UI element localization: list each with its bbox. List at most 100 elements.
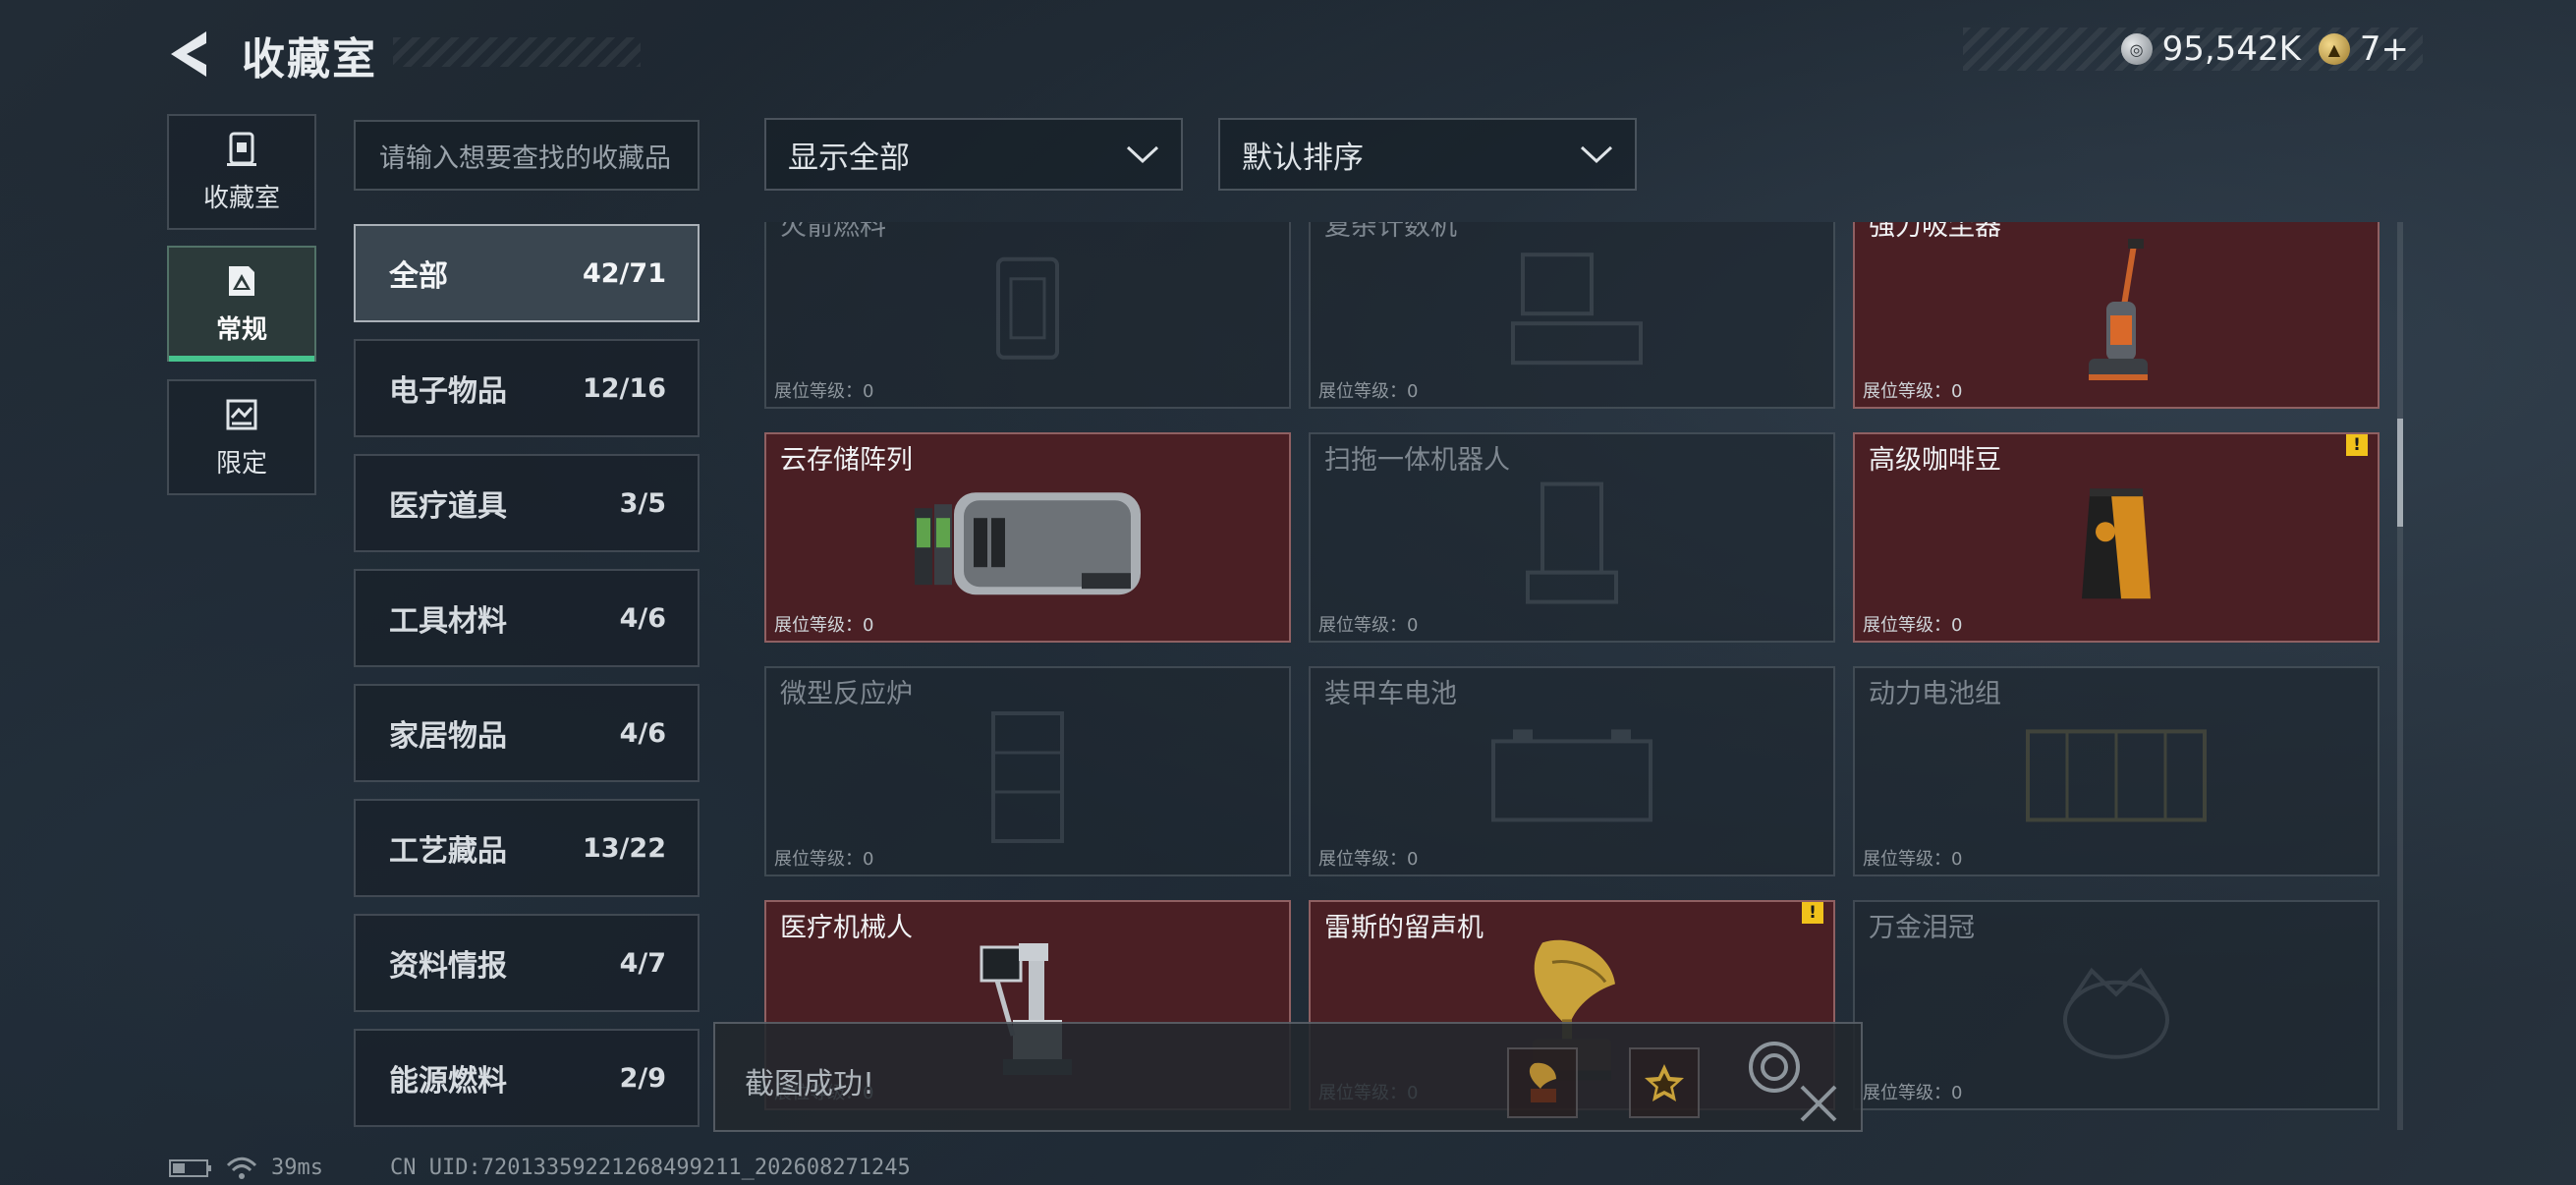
item-level: 展位等级：0 [1863, 1083, 1963, 1103]
category-count: 42/71 [582, 257, 666, 289]
mop-robot-icon [1526, 481, 1618, 604]
category-energy[interactable]: 能源燃料 2/9 [354, 1029, 700, 1127]
tab-regular[interactable]: 常规 [167, 246, 316, 362]
battery-icon [169, 1158, 211, 1177]
search-input[interactable]: 请输入想要查找的收藏品 [354, 120, 700, 191]
back-arrow-icon[interactable] [167, 28, 214, 81]
category-intel[interactable]: 资料情报 4/7 [354, 914, 700, 1012]
gold-currency[interactable]: ▲ 7+ [2318, 29, 2409, 69]
category-electronics[interactable]: 电子物品 12/16 [354, 339, 700, 437]
item-name: 复杂计数机 [1324, 222, 1457, 242]
wifi-icon [226, 1157, 257, 1179]
scrollbar-thumb[interactable] [2397, 419, 2403, 527]
screenshot-thumbnail[interactable] [1507, 1047, 1578, 1118]
grid-scrollbar[interactable] [2397, 222, 2403, 1130]
tab-limited[interactable]: 限定 [167, 379, 316, 495]
crown-icon [2063, 967, 2169, 1059]
item-card-coffee-beans[interactable]: 高级咖啡豆 ! 展位等级：0 [1853, 432, 2380, 643]
category-label: 工艺藏品 [389, 834, 507, 869]
item-name: 云存储阵列 [780, 445, 913, 476]
vacuum-cleaner-icon [2089, 239, 2148, 380]
toast-message: 截图成功! [745, 1067, 875, 1101]
item-level: 展位等级：0 [1318, 615, 1419, 636]
item-name: 微型反应炉 [780, 679, 913, 709]
armored-battery-icon [1491, 729, 1652, 822]
category-household[interactable]: 家居物品 4/6 [354, 684, 700, 782]
currency-bar: ◎ 95,542K ▲ 7+ [1963, 28, 2423, 71]
item-name: 雷斯的留声机 [1324, 913, 1484, 943]
item-level: 展位等级：0 [774, 381, 874, 402]
item-card-crown[interactable]: 万金泪冠 展位等级：0 [1853, 900, 2380, 1110]
sort-value: 默认排序 [1242, 140, 1364, 176]
screenshot-share-button[interactable] [1629, 1047, 1700, 1118]
category-label: 资料情报 [389, 949, 507, 984]
category-crafts[interactable]: 工艺藏品 13/22 [354, 799, 700, 897]
page-title: 收藏室 [242, 34, 377, 85]
ping-value: 39ms [271, 1156, 323, 1180]
chevron-down-icon [1126, 145, 1159, 164]
gold-coin-icon: ▲ [2318, 33, 2350, 65]
category-label: 能源燃料 [389, 1064, 507, 1099]
item-level: 展位等级：0 [1318, 849, 1419, 870]
screenshot-toast: 截图成功! [713, 1022, 1863, 1132]
item-level: 展位等级：0 [1318, 381, 1419, 402]
rocket-fuel-icon [996, 256, 1059, 360]
regular-gallery-icon [229, 265, 254, 296]
category-count: 13/22 [582, 832, 666, 864]
item-level: 展位等级：0 [1863, 381, 1963, 402]
category-count: 4/6 [619, 602, 666, 634]
category-count: 4/7 [619, 947, 666, 979]
item-name: 装甲车电池 [1324, 679, 1457, 709]
close-screenshot-icon[interactable] [1737, 1032, 1847, 1134]
display-filter-dropdown[interactable]: 显示全部 [764, 118, 1183, 191]
star-badge-icon [1645, 1064, 1684, 1101]
item-name: 动力电池组 [1869, 679, 2001, 709]
item-name: 医疗机械人 [780, 913, 913, 943]
item-name: 火箭燃料 [780, 222, 886, 242]
computer-icon [1511, 253, 1643, 366]
category-count: 2/9 [619, 1062, 666, 1094]
sort-dropdown[interactable]: 默认排序 [1218, 118, 1637, 191]
item-card-cloud-storage-array[interactable]: 云存储阵列 展位等级：0 [764, 432, 1291, 643]
item-card-rocket-fuel[interactable]: 火箭燃料 展位等级：0 [764, 222, 1291, 409]
micro-reactor-icon [991, 711, 1064, 843]
silver-coin-icon: ◎ [2120, 33, 2153, 65]
item-card-mop-robot[interactable]: 扫拖一体机器人 展位等级：0 [1309, 432, 1835, 643]
tab-collection-room[interactable]: 收藏室 [167, 114, 316, 230]
item-card-vacuum-cleaner[interactable]: 强力吸尘器 展位等级：0 [1853, 222, 2380, 409]
silver-currency[interactable]: ◎ 95,542K [2120, 29, 2301, 69]
display-filter-value: 显示全部 [788, 140, 910, 176]
collection-grid: 火箭燃料 展位等级：0 复杂计数机 展位等级：0 强力吸尘器 展位等级：0 云存… [764, 222, 2380, 1130]
tab-label: 常规 [215, 314, 267, 345]
user-uid: CN UID:7201335922126849921​1_20260827124… [389, 1156, 911, 1180]
item-card-armored-battery[interactable]: 装甲车电池 展位等级：0 [1309, 666, 1835, 876]
active-tab-indicator [169, 356, 314, 362]
cloud-storage-array-icon [915, 492, 1141, 595]
category-label: 电子物品 [389, 374, 507, 409]
item-name: 扫拖一体机器人 [1324, 445, 1510, 476]
title-decoration [393, 37, 641, 67]
gold-currency-value: 7+ [2359, 29, 2409, 69]
status-footer: 39ms CN UID:7201335922126849921​1_202608… [169, 1156, 911, 1180]
alert-badge-icon: ! [2346, 434, 2368, 456]
chevron-down-icon [1580, 145, 1613, 164]
item-name: 强力吸尘器 [1869, 222, 2001, 242]
item-name: 高级咖啡豆 [1869, 445, 2001, 476]
gramophone-thumb-icon [1529, 1062, 1556, 1102]
category-tools[interactable]: 工具材料 4/6 [354, 569, 700, 667]
category-count: 3/5 [619, 487, 666, 519]
item-card-micro-reactor[interactable]: 微型反应炉 展位等级：0 [764, 666, 1291, 876]
collection-room-icon [227, 132, 256, 166]
silver-currency-value: 95,542K [2161, 29, 2301, 69]
category-medical[interactable]: 医疗道具 3/5 [354, 454, 700, 552]
item-level: 展位等级：0 [774, 615, 874, 636]
alert-badge-icon: ! [1802, 902, 1823, 924]
item-level: 展位等级：0 [774, 849, 874, 870]
item-card-computer[interactable]: 复杂计数机 展位等级：0 [1309, 222, 1835, 409]
item-card-power-battery-pack[interactable]: 动力电池组 展位等级：0 [1853, 666, 2380, 876]
category-all[interactable]: 全部 42/71 [354, 224, 700, 322]
item-level: 展位等级：0 [1863, 615, 1963, 636]
category-count: 4/6 [619, 717, 666, 749]
power-battery-pack-icon [2026, 729, 2207, 822]
category-label: 家居物品 [389, 719, 507, 754]
